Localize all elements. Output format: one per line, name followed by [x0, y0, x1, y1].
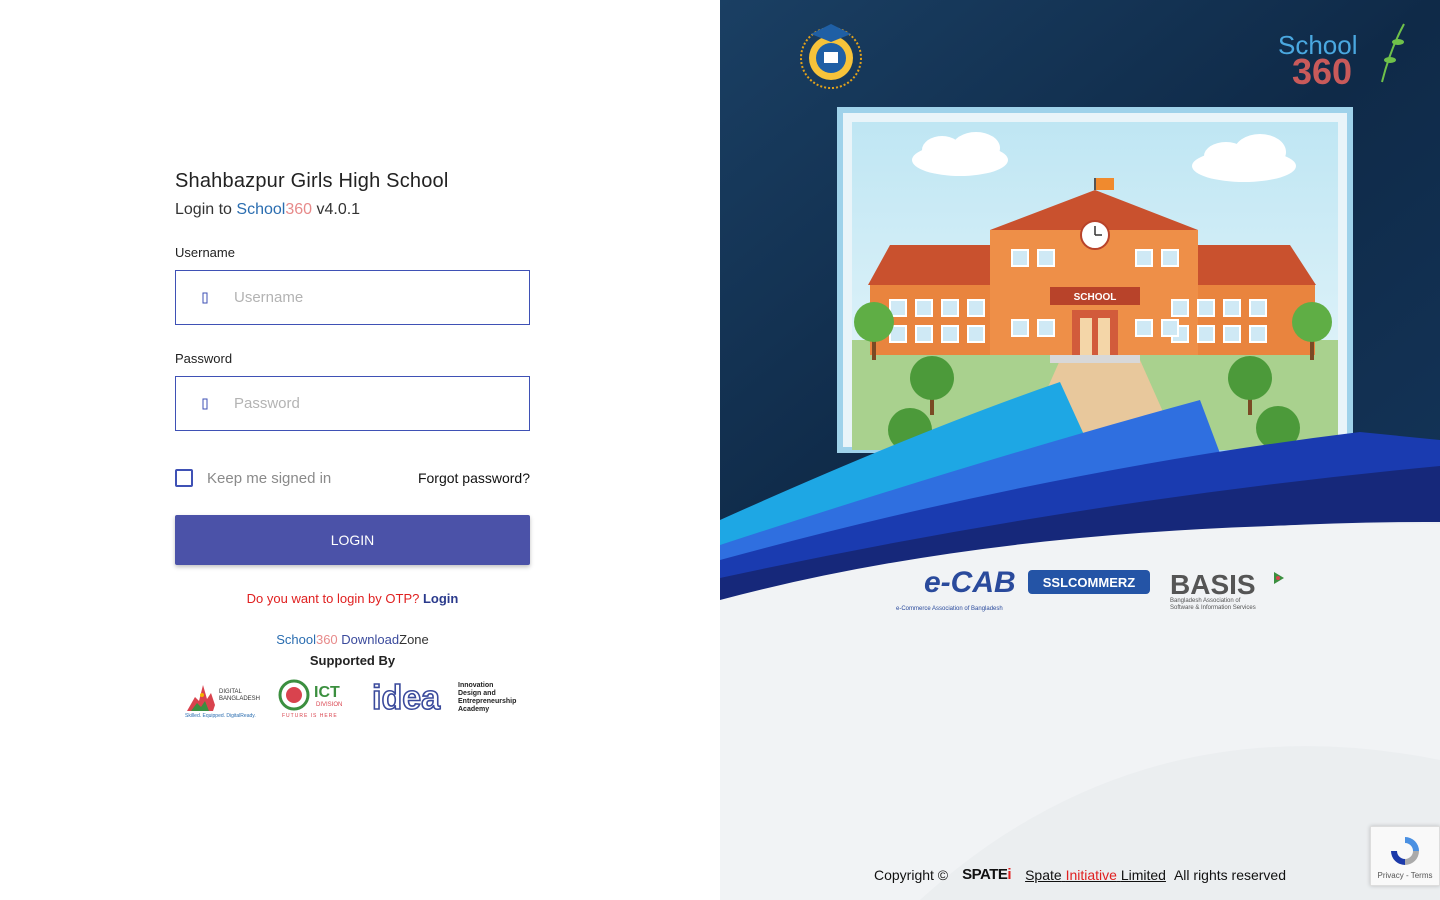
- recaptcha-badge[interactable]: Privacy - Terms: [1370, 826, 1440, 886]
- brand-school: School: [236, 201, 286, 218]
- idea-line-3: Entrepreneurship: [458, 698, 516, 705]
- app-version: v4.0.1: [316, 201, 361, 218]
- ecab-text: e-CAB: [924, 566, 1016, 599]
- lock-icon: [176, 398, 234, 410]
- basis-logo: BASIS Bangladesh Association of Software…: [1170, 566, 1290, 617]
- spate-logo: SPATEi: [962, 866, 1011, 883]
- idea-line-4: Academy: [458, 706, 489, 713]
- copyright-footer: Copyright © SPATEi Spate Initiative Limi…: [720, 866, 1440, 883]
- login-subtitle: Login to School360 v4.0.1: [175, 201, 530, 219]
- login-button[interactable]: LOGIN: [175, 515, 530, 565]
- ict-text: ICT: [314, 684, 340, 701]
- sponsor-logos: DIGITAL BANGLADESH Skilled. Equipped. Di…: [175, 672, 530, 722]
- recaptcha-links[interactable]: Privacy - Terms: [1378, 871, 1433, 880]
- company-name-c: Limited: [1120, 866, 1166, 883]
- download-word: Download: [341, 632, 400, 647]
- keep-signed-in-label: Keep me signed in: [207, 469, 332, 487]
- basis-subtitle-a: Bangladesh Association of: [1170, 598, 1241, 604]
- password-label: Password: [175, 351, 233, 366]
- user-icon: [176, 292, 234, 304]
- spate-logo-text-b: i: [1007, 866, 1012, 883]
- supported-by-heading: Supported By: [309, 653, 396, 668]
- rights-text: All rights reserved: [1173, 866, 1286, 883]
- ict-tagline: FUTURE IS HERE: [282, 713, 338, 719]
- login-prefix: Login to: [175, 201, 232, 218]
- school360-logo-text-b: 360: [1292, 51, 1352, 92]
- idea-line-1: Innovation: [458, 682, 493, 689]
- login-options: Keep me signed in Forgot password?: [175, 469, 530, 487]
- ecab-subtitle: e-Commerce Association of Bangladesh: [896, 606, 1003, 612]
- spate-logo-text-a: SPATE: [962, 866, 1008, 883]
- username-field-box: [175, 270, 530, 325]
- hero-panel: SCHOOL School 360 e-CAB e-Commerce Assoc…: [720, 0, 1440, 900]
- login-form: Shahbazpur Girls High School Login to Sc…: [175, 170, 530, 722]
- sslcommerz-logo: SSLCOMMERZ: [1028, 570, 1152, 601]
- username-input[interactable]: [234, 289, 514, 306]
- company-name-a: Spate: [1025, 866, 1062, 883]
- keep-signed-in-checkbox[interactable]: Keep me signed in: [175, 469, 331, 487]
- download-brand-school: School: [276, 632, 316, 647]
- copyright-text: Copyright ©: [873, 866, 949, 883]
- login-panel: Shahbazpur Girls High School Login to Sc…: [0, 0, 720, 900]
- ict-division-logo: ICT DIVISION FUTURE IS HERE: [278, 679, 342, 719]
- company-link[interactable]: Spate Initiative Limited: [1025, 867, 1166, 883]
- digital-bd-tagline: Skilled. Equipped. DigitalReady.: [185, 713, 256, 719]
- otp-login-prompt: Do you want to login by OTP? Login: [175, 591, 530, 606]
- basis-subtitle-b: Software & Information Services: [1170, 605, 1256, 611]
- download-zone-link[interactable]: School360 DownloadZone: [175, 632, 530, 647]
- otp-login-link[interactable]: Login: [423, 591, 458, 606]
- ict-division-text: DIVISION: [316, 702, 342, 708]
- brand-360: 360: [285, 201, 313, 218]
- recaptcha-icon: [1391, 836, 1419, 865]
- building-sign: SCHOOL: [1074, 292, 1117, 303]
- password-field-box: [175, 376, 530, 431]
- idea-line-2: Design and: [458, 690, 496, 697]
- idea-logo: idea Innovation Design and Entrepreneurs…: [371, 678, 516, 718]
- username-label: Username: [175, 245, 235, 260]
- otp-question: Do you want to login by OTP?: [246, 591, 420, 606]
- forgot-password-link[interactable]: Forgot password?: [418, 470, 530, 486]
- idea-logo-text: idea: [372, 679, 441, 717]
- digital-bd-text-a: DIGITAL: [219, 689, 243, 695]
- company-name-b: Initiative: [1065, 866, 1117, 883]
- digital-bangladesh-logo: DIGITAL BANGLADESH Skilled. Equipped. Di…: [185, 685, 260, 719]
- basis-text: BASIS: [1170, 569, 1256, 600]
- sslcommerz-text: SSLCOMMERZ: [1043, 575, 1136, 590]
- checkbox-box[interactable]: [175, 469, 193, 487]
- download-brand-360: 360: [315, 632, 338, 647]
- digital-bd-text-b: BANGLADESH: [219, 696, 260, 702]
- hero-illustration: SCHOOL School 360: [720, 0, 1440, 900]
- ecab-logo: e-CAB e-Commerce Association of Banglade…: [896, 556, 1022, 621]
- password-input[interactable]: [234, 395, 514, 412]
- school-name: Shahbazpur Girls High School: [175, 170, 449, 192]
- zone-word: Zone: [399, 632, 429, 647]
